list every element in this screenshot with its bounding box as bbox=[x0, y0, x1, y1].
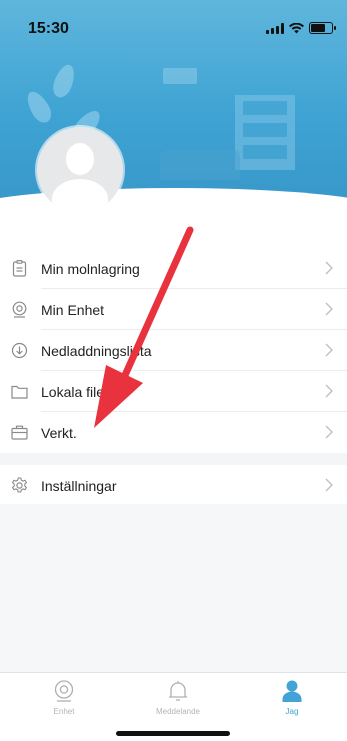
chevron-right-icon bbox=[325, 425, 333, 439]
chevron-right-icon bbox=[325, 261, 333, 275]
tab-label: Enhet bbox=[53, 707, 75, 716]
tab-label: Meddelande bbox=[155, 707, 201, 716]
status-time: 15:30 bbox=[28, 20, 69, 37]
wifi-icon bbox=[289, 22, 304, 33]
avatar[interactable] bbox=[37, 127, 123, 213]
menu-item-label: Min molnlagring bbox=[41, 260, 140, 277]
menu-item-my-device[interactable]: Min Enhet bbox=[0, 289, 347, 330]
signal-icon bbox=[266, 22, 284, 34]
person-icon bbox=[282, 680, 302, 702]
picture-frame-decoration bbox=[163, 68, 197, 84]
menu-item-label: Nedladdningslista bbox=[41, 342, 152, 359]
cloud-storage-icon bbox=[12, 260, 27, 277]
toolbox-icon bbox=[11, 425, 28, 440]
sofa-decoration bbox=[160, 150, 240, 180]
status-bar: 15:30 bbox=[0, 0, 347, 44]
menu-item-local-files[interactable]: Lokala filer bbox=[0, 371, 347, 412]
battery-icon bbox=[309, 22, 336, 34]
settings-section: Inställningar bbox=[0, 465, 347, 506]
menu-item-label: Min Enhet bbox=[41, 301, 105, 318]
camera-icon bbox=[54, 680, 74, 702]
download-icon bbox=[11, 342, 28, 359]
status-icons bbox=[266, 22, 336, 34]
gear-icon bbox=[11, 477, 28, 493]
chevron-right-icon bbox=[325, 384, 333, 398]
shelf-decoration bbox=[235, 95, 295, 170]
tab-me[interactable]: Jag bbox=[252, 679, 332, 716]
section-separator bbox=[0, 453, 347, 465]
chevron-right-icon bbox=[325, 478, 333, 492]
bell-icon bbox=[169, 681, 187, 701]
leaf-decoration bbox=[22, 87, 56, 127]
menu-list: Min molnlagring Min Enhet Nedladdningsli… bbox=[0, 248, 347, 453]
tab-messages[interactable]: Meddelande bbox=[138, 679, 218, 716]
chevron-right-icon bbox=[325, 343, 333, 357]
tab-device[interactable]: Enhet bbox=[24, 679, 104, 716]
leaf-decoration bbox=[49, 61, 79, 101]
home-indicator bbox=[116, 731, 230, 736]
menu-item-label: Lokala filer bbox=[41, 383, 109, 400]
menu-item-settings[interactable]: Inställningar bbox=[0, 465, 347, 506]
menu-item-download-list[interactable]: Nedladdningslista bbox=[0, 330, 347, 371]
menu-item-label: Inställningar bbox=[41, 477, 117, 494]
menu-item-cloud-storage[interactable]: Min molnlagring bbox=[0, 248, 347, 289]
tab-label: Jag bbox=[285, 707, 299, 716]
menu-item-tools[interactable]: Verkt. bbox=[0, 412, 347, 453]
empty-area bbox=[0, 504, 347, 672]
chevron-right-icon bbox=[325, 302, 333, 316]
folder-icon bbox=[11, 385, 28, 399]
camera-device-icon bbox=[12, 301, 27, 318]
menu-item-label: Verkt. bbox=[41, 424, 77, 441]
